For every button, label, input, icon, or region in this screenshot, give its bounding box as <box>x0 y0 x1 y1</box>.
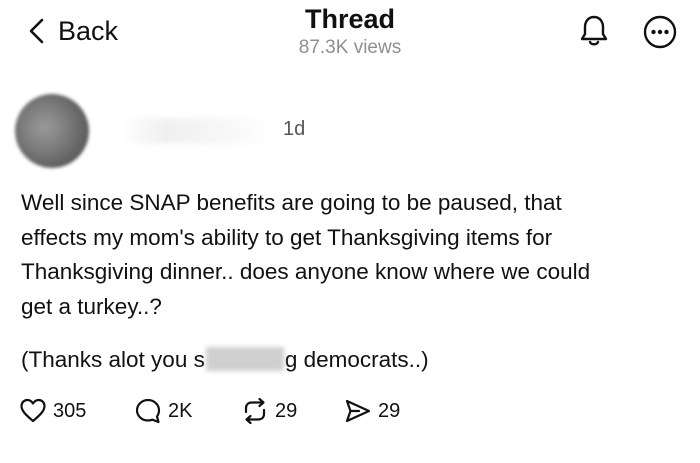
action-bar: 305 2K 29 29 <box>19 396 679 426</box>
repost-count: 29 <box>275 399 298 422</box>
post-body: Well since SNAP benefits are going to be… <box>21 186 681 324</box>
heart-icon <box>20 398 46 423</box>
username-redacted[interactable] <box>120 118 270 144</box>
note-text-before: (Thanks alot you s <box>21 347 205 372</box>
reply-button[interactable]: 2K <box>134 396 192 426</box>
avatar[interactable] <box>15 94 89 168</box>
post-line: Thanksgiving dinner.. does anyone know w… <box>21 259 591 284</box>
repost-button[interactable]: 29 <box>241 396 297 426</box>
post-note: (Thanks alot you s g democrats..) <box>21 343 429 377</box>
censored-word <box>205 347 284 371</box>
post-line: effects my mom's ability to get Thanksgi… <box>21 224 553 250</box>
post-timestamp: 1d <box>283 118 306 140</box>
repost-icon <box>244 397 266 425</box>
comment-icon <box>135 398 161 424</box>
share-button[interactable]: 29 <box>344 396 400 426</box>
more-icon[interactable] <box>643 15 677 49</box>
like-button[interactable]: 305 <box>19 396 86 426</box>
share-count: 29 <box>378 399 401 422</box>
reply-count: 2K <box>168 399 193 422</box>
like-count: 305 <box>53 399 87 422</box>
send-icon <box>345 399 371 423</box>
post-line: get a turkey..? <box>21 293 162 319</box>
thread-header: Back Thread 87.3K views <box>0 0 700 70</box>
bell-icon[interactable] <box>579 14 609 48</box>
note-text-after: g democrats..) <box>284 347 429 372</box>
post-line: Well since SNAP benefits are going to be… <box>21 190 562 215</box>
